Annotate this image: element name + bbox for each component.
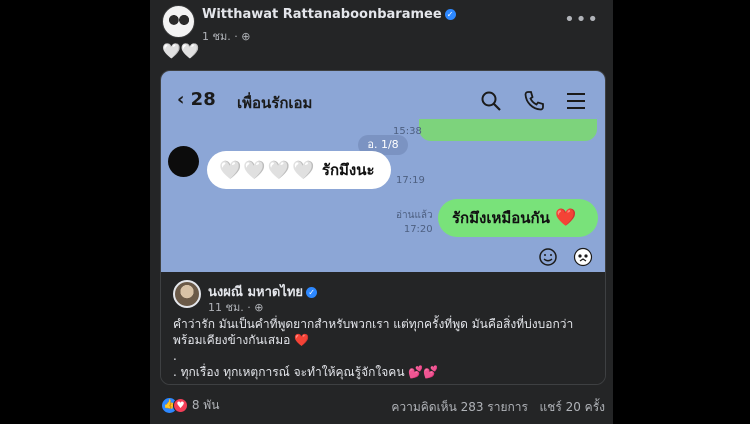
embed-text: คำว่ารัก มันเป็นคำที่พูดยากสำหรับพวกเรา … xyxy=(173,316,593,380)
read-label: อ่านแล้ว xyxy=(396,210,433,221)
author-name-text[interactable]: Witthawat Rattanaboonbaramee xyxy=(202,7,442,22)
love-icon: ♥ xyxy=(173,398,188,413)
post-time[interactable]: 1 ชม. · xyxy=(202,30,241,43)
friend-message-bubble: 🤍🤍🤍🤍 รักมึงนะ xyxy=(207,151,391,189)
embed-line-1: คำว่ารัก มันเป็นคำที่พูดยากสำหรับพวกเรา … xyxy=(173,317,574,347)
embed-time[interactable]: 11 ชม. · xyxy=(208,301,254,314)
post-caption: 🤍🤍 xyxy=(162,42,200,60)
verified-icon: ✓ xyxy=(306,287,318,298)
embed-line-3: . ทุกเรื่อง ทุกเหตุการณ์ จะทำให้คุณรู้จั… xyxy=(173,365,439,379)
search-icon xyxy=(481,91,501,111)
emoji-icon xyxy=(539,248,557,266)
friend-message-time: 17:19 xyxy=(396,175,425,186)
white-hearts: 🤍🤍🤍🤍 xyxy=(219,160,317,181)
verified-icon: ✓ xyxy=(444,9,456,20)
shared-screenshot[interactable]: ‹ 28 เพื่อนรักเอม 15:38 อ. 1/8 🤍🤍🤍🤍 รักม… xyxy=(160,70,606,385)
embed-meta: 11 ชม. · ⊕ xyxy=(208,298,263,316)
sticker-icon xyxy=(573,247,593,267)
my-message-bubble: รักมึงเหมือนกัน ❤️ xyxy=(438,199,598,237)
red-heart: ❤️ xyxy=(555,208,577,228)
friend-message-text: รักมึงนะ xyxy=(321,161,375,179)
menu-icon xyxy=(567,93,585,109)
line-chat-screenshot: ‹ 28 เพื่อนรักเอม 15:38 อ. 1/8 🤍🤍🤍🤍 รักม… xyxy=(161,71,605,272)
author-name[interactable]: Witthawat Rattanaboonbaramee ✓ xyxy=(202,7,456,22)
chat-header: ‹ 28 เพื่อนรักเอม xyxy=(161,89,605,119)
my-message-text: รักมึงเหมือนกัน xyxy=(452,209,550,227)
my-message-time: 17:20 xyxy=(403,224,433,235)
previous-message-bubble xyxy=(419,119,597,141)
post-meta: 1 ชม. · ⊕ xyxy=(202,27,250,45)
reaction-summary[interactable]: 👍♥ 8 พัน xyxy=(162,396,219,415)
read-receipt: อ่านแล้ว 17:20 xyxy=(396,209,433,237)
back-count: ‹ 28 xyxy=(177,89,216,110)
comments-count[interactable]: ความคิดเห็น 283 รายการ xyxy=(391,400,528,414)
ellipsis-icon[interactable]: ••• xyxy=(564,9,599,30)
author-avatar[interactable] xyxy=(162,5,195,38)
chat-name: เพื่อนรักเอม xyxy=(237,94,313,112)
globe-icon: ⊕ xyxy=(241,30,251,43)
embed-author-avatar[interactable] xyxy=(173,280,201,308)
facebook-post: Witthawat Rattanaboonbaramee ✓ 1 ชม. · ⊕ … xyxy=(150,0,613,424)
embedded-post[interactable]: นงผณี มหาดไทย ✓ 11 ชม. · ⊕ คำว่ารัก มันเป… xyxy=(161,272,605,384)
embed-line-2: . xyxy=(173,349,177,363)
post-header: Witthawat Rattanaboonbaramee ✓ 1 ชม. · ⊕ … xyxy=(162,5,603,43)
reaction-count[interactable]: 8 พัน xyxy=(192,398,220,412)
globe-icon: ⊕ xyxy=(254,301,264,314)
phone-icon xyxy=(524,91,544,111)
friend-avatar xyxy=(168,146,199,177)
shares-count[interactable]: แชร์ 20 ครั้ง xyxy=(539,400,605,414)
engagement-counts: ความคิดเห็น 283 รายการ แชร์ 20 ครั้ง xyxy=(391,398,605,417)
